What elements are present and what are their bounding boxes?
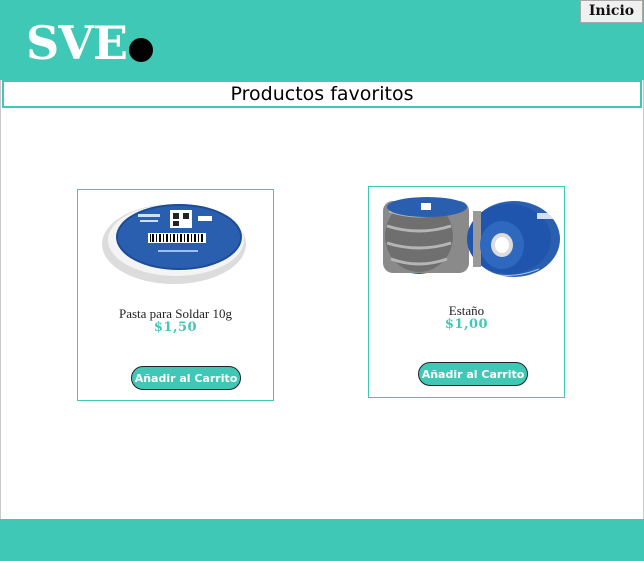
add-to-cart-button[interactable]: Añadir al Carrito xyxy=(418,362,528,386)
add-to-cart-button[interactable]: Añadir al Carrito xyxy=(131,366,241,390)
page-title: Productos favoritos xyxy=(230,83,414,105)
product-image-solder-wire xyxy=(383,197,560,277)
product-price: $1,00 xyxy=(444,317,489,332)
product-image-solder-paste xyxy=(102,204,246,284)
logo-text: SVE xyxy=(26,16,128,70)
page-title-bar: Productos favoritos xyxy=(2,80,642,108)
site-footer xyxy=(0,519,644,561)
inicio-button[interactable]: Inicio xyxy=(580,0,643,23)
product-card: Pasta para Soldar 10g $1,50 Añadir al Ca… xyxy=(77,189,274,401)
product-price: $1,50 xyxy=(153,320,198,335)
logo-dot-icon xyxy=(128,38,153,62)
logo[interactable]: SVE xyxy=(26,16,153,66)
product-card: Estaño $1,00 Añadir al Carrito xyxy=(368,186,565,398)
site-header: SVE Inicio xyxy=(0,0,644,80)
